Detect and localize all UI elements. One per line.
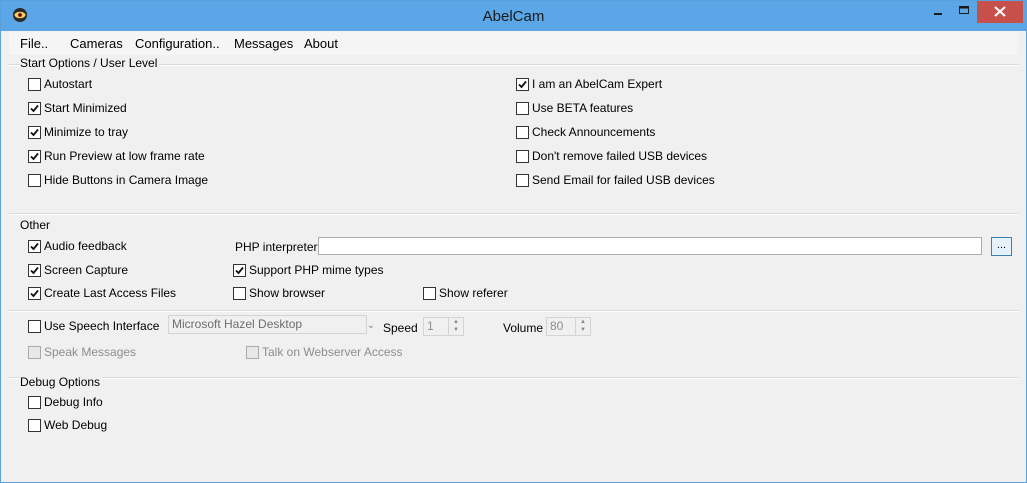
- checkbox-box[interactable]: [233, 263, 246, 277]
- show-browser-checkbox[interactable]: Show browser: [233, 286, 325, 300]
- checkbox-box[interactable]: [423, 286, 436, 300]
- menu-about[interactable]: About: [304, 36, 338, 51]
- checkmark-icon: [30, 152, 39, 160]
- checkbox-box[interactable]: [28, 125, 41, 139]
- menu-bar: File.. Cameras Configuration.. Messages …: [9, 31, 1018, 55]
- speak-messages-checkbox[interactable]: Speak Messages: [28, 345, 136, 359]
- screen-capture-checkbox[interactable]: Screen Capture: [28, 263, 128, 277]
- checkbox-box[interactable]: [28, 239, 41, 253]
- run-preview-checkbox[interactable]: Run Preview at low frame rate: [28, 149, 205, 163]
- checkbox-box[interactable]: [28, 345, 41, 359]
- checkbox-box[interactable]: [28, 77, 41, 91]
- volume-spinner[interactable]: 80 ▲ ▼: [546, 317, 591, 336]
- check-announcements-checkbox[interactable]: Check Announcements: [516, 125, 655, 139]
- checkbox-box[interactable]: [516, 101, 529, 115]
- speed-label: Speed: [383, 321, 418, 335]
- start-minimized-checkbox[interactable]: Start Minimized: [28, 101, 127, 115]
- browse-button[interactable]: ...: [991, 237, 1012, 256]
- window-title: AbelCam: [482, 8, 545, 25]
- minimize-to-tray-checkbox[interactable]: Minimize to tray: [28, 125, 128, 139]
- support-php-mime-checkbox[interactable]: Support PHP mime types: [233, 263, 384, 277]
- debug-separator: [9, 377, 1018, 379]
- other-separator: [9, 213, 1018, 215]
- checkbox-box[interactable]: [516, 77, 529, 91]
- dont-remove-usb-checkbox[interactable]: Don't remove failed USB devices: [516, 149, 707, 163]
- checkbox-box[interactable]: [28, 319, 41, 333]
- volume-label: Volume: [503, 321, 544, 335]
- checkmark-icon: [518, 80, 527, 88]
- speech-separator: [9, 310, 1018, 312]
- app-window: AbelCam File.. Cameras Configuration.. M…: [0, 0, 1027, 483]
- checkbox-box[interactable]: [516, 173, 529, 187]
- checkmark-icon: [30, 104, 39, 112]
- web-debug-checkbox[interactable]: Web Debug: [28, 418, 107, 432]
- checkbox-box[interactable]: [246, 345, 259, 359]
- checkmark-icon: [30, 289, 39, 297]
- php-interpreter-input[interactable]: [318, 237, 982, 255]
- menu-configuration[interactable]: Configuration..: [135, 36, 220, 51]
- audio-feedback-checkbox[interactable]: Audio feedback: [28, 239, 127, 253]
- title-bar[interactable]: AbelCam: [1, 1, 1026, 31]
- spinner-buttons[interactable]: ▲ ▼: [448, 318, 463, 335]
- checkmark-icon: [30, 242, 39, 250]
- spin-down-icon[interactable]: ▼: [576, 326, 590, 334]
- spinner-buttons[interactable]: ▲ ▼: [575, 318, 590, 335]
- checkbox-box[interactable]: [516, 149, 529, 163]
- checkbox-box[interactable]: [28, 263, 41, 277]
- spin-up-icon[interactable]: ▲: [449, 318, 463, 326]
- abelcam-expert-checkbox[interactable]: I am an AbelCam Expert: [516, 77, 662, 91]
- php-interpreter-label: PHP interpreter: [235, 240, 318, 254]
- use-speech-checkbox[interactable]: Use Speech Interface: [28, 319, 159, 333]
- hide-buttons-checkbox[interactable]: Hide Buttons in Camera Image: [28, 173, 208, 187]
- voice-select[interactable]: Microsoft Hazel Desktop ⌄: [168, 315, 375, 334]
- checkbox-box[interactable]: [516, 125, 529, 139]
- checkbox-box[interactable]: [28, 286, 41, 300]
- checkbox-box[interactable]: [233, 286, 246, 300]
- speed-spinner[interactable]: 1 ▲ ▼: [423, 317, 464, 336]
- maximize-button[interactable]: [951, 1, 977, 23]
- close-button[interactable]: [977, 1, 1023, 23]
- beta-features-checkbox[interactable]: Use BETA features: [516, 101, 633, 115]
- checkbox-box[interactable]: [28, 173, 41, 187]
- client-area: File.. Cameras Configuration.. Messages …: [9, 31, 1018, 476]
- create-last-access-checkbox[interactable]: Create Last Access Files: [28, 286, 176, 300]
- menu-file[interactable]: File..: [20, 36, 48, 51]
- talk-webserver-checkbox[interactable]: Talk on Webserver Access: [246, 345, 403, 359]
- other-label: Other: [20, 218, 53, 232]
- minimize-button[interactable]: [925, 1, 951, 23]
- checkmark-icon: [30, 266, 39, 274]
- menu-cameras[interactable]: Cameras: [70, 36, 123, 51]
- checkbox-box[interactable]: [28, 418, 41, 432]
- spin-down-icon[interactable]: ▼: [449, 326, 463, 334]
- spin-up-icon[interactable]: ▲: [576, 318, 590, 326]
- chevron-down-icon[interactable]: ⌄: [367, 318, 375, 334]
- show-referer-checkbox[interactable]: Show referer: [423, 286, 508, 300]
- menu-messages[interactable]: Messages: [234, 36, 293, 51]
- checkbox-box[interactable]: [28, 149, 41, 163]
- autostart-checkbox[interactable]: Autostart: [28, 77, 92, 91]
- checkmark-icon: [30, 128, 39, 136]
- debug-options-label: Debug Options: [20, 375, 103, 389]
- start-options-separator: [9, 64, 1018, 66]
- send-email-usb-checkbox[interactable]: Send Email for failed USB devices: [516, 173, 715, 187]
- start-options-label: Start Options / User Level: [20, 56, 160, 70]
- checkbox-box[interactable]: [28, 395, 41, 409]
- debug-info-checkbox[interactable]: Debug Info: [28, 395, 103, 409]
- checkbox-box[interactable]: [28, 101, 41, 115]
- checkmark-icon: [235, 266, 244, 274]
